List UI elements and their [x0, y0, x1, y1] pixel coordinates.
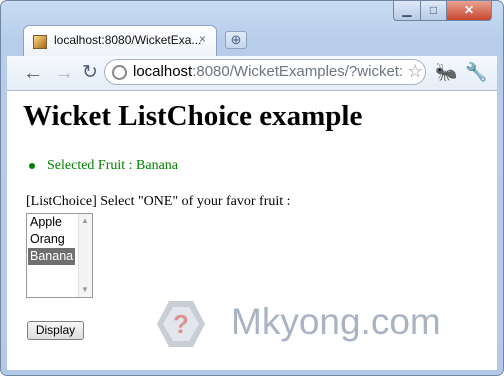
address-bar[interactable]: localhost:8080/WicketExamples/?wicket: ☆ — [104, 59, 426, 85]
wrench-menu-icon[interactable]: 🔧 — [465, 62, 487, 83]
tab-close-icon[interactable]: × — [199, 32, 206, 46]
page-favicon-icon — [33, 35, 47, 49]
fruit-listchoice[interactable]: Apple Orang Banana ▲ ▼ — [26, 213, 93, 298]
reload-icon[interactable]: ↻ — [82, 63, 98, 83]
scroll-up-arrow-icon[interactable]: ▲ — [81, 216, 89, 226]
watermark-text: Mkyong.com — [231, 301, 441, 342]
url-text[interactable]: localhost:8080/WicketExamples/?wicket: — [133, 63, 403, 80]
new-tab-button[interactable]: ⊕ — [225, 31, 247, 49]
selected-fruit-message: Selected Fruit : Banana — [29, 158, 179, 174]
tab-title: localhost:8080/WicketExa... — [54, 33, 202, 47]
extension-bug-icon[interactable]: 🐜 — [435, 62, 457, 83]
listchoice-label: [ListChoice] Select "ONE" of your favor … — [26, 194, 291, 209]
watermark-shield-icon: ? — [157, 301, 205, 347]
list-option-orang[interactable]: Orang — [28, 231, 75, 248]
scroll-down-arrow-icon[interactable]: ▼ — [81, 285, 89, 295]
page-heading: Wicket ListChoice example — [23, 100, 363, 132]
close-window-button[interactable]: ✕ — [446, 1, 492, 21]
url-host: localhost — [133, 63, 193, 80]
forward-arrow-icon[interactable]: → — [54, 63, 74, 83]
svg-text:?: ? — [173, 309, 189, 339]
browser-window: ▁ □ ✕ localhost:8080/WicketExa... × ⊕ ← … — [0, 0, 504, 376]
listbox-scrollbar[interactable]: ▲ ▼ — [78, 214, 92, 297]
list-option-apple[interactable]: Apple — [28, 214, 75, 231]
list-option-banana[interactable]: Banana — [28, 248, 75, 265]
page-content: Wicket ListChoice example Selected Fruit… — [7, 91, 497, 370]
bookmark-star-icon[interactable]: ☆ — [407, 61, 423, 82]
browser-toolbar: ← → ↻ localhost:8080/WicketExamples/?wic… — [7, 56, 497, 91]
globe-icon — [112, 65, 127, 80]
maximize-button[interactable]: □ — [420, 1, 447, 21]
browser-tab[interactable]: localhost:8080/WicketExa... × — [23, 25, 217, 57]
url-path: :8080/WicketExamples/?wicket: — [192, 63, 404, 80]
bullet-icon — [29, 163, 35, 169]
minimize-button[interactable]: ▁ — [393, 1, 421, 21]
selected-fruit-text: Selected Fruit : Banana — [47, 158, 179, 173]
display-button[interactable]: Display — [27, 321, 84, 340]
back-arrow-icon[interactable]: ← — [23, 63, 43, 83]
